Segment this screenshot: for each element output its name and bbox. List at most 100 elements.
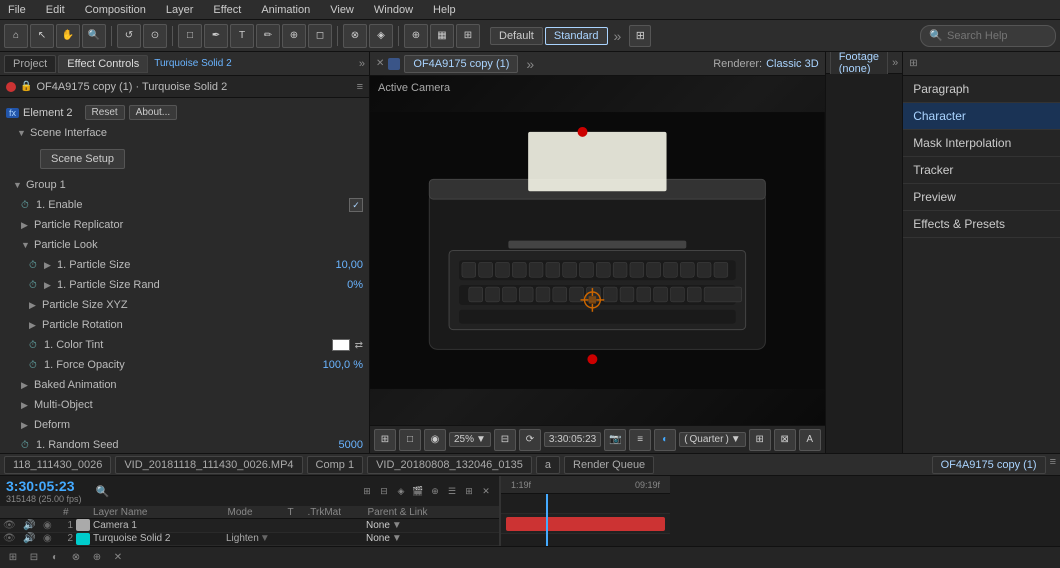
tl-icon-7[interactable]: ⊞ (462, 484, 476, 498)
hand-tool[interactable]: ✋ (56, 24, 80, 48)
menu-file[interactable]: File (4, 4, 30, 16)
rp-item-character[interactable]: Character (903, 103, 1060, 130)
tl-tab-active[interactable]: OF4A9175 copy (1) (932, 456, 1046, 474)
vp-btn-2[interactable]: □ (399, 429, 421, 451)
tab-project[interactable]: Project (4, 55, 56, 73)
vp-btn-5[interactable]: ⟳ (519, 429, 541, 451)
group1-row[interactable]: ▼ Group 1 (0, 175, 369, 195)
rp-item-preview[interactable]: Preview (903, 184, 1060, 211)
tl-bottom-btn-4[interactable]: ⊗ (67, 549, 85, 567)
enable-checkbox[interactable]: ✓ (349, 198, 363, 212)
tl-bottom-btn-6[interactable]: ✕ (109, 549, 127, 567)
prand-stopwatch[interactable]: ⏱ (29, 280, 41, 291)
zoom-tool[interactable]: 🔍 (82, 24, 106, 48)
particle-look-row[interactable]: ▼ Particle Look (0, 235, 369, 255)
force-opacity-row[interactable]: ⏱ 1. Force Opacity 100,0 % (0, 355, 369, 375)
tl-icon-6[interactable]: ☰ (445, 484, 459, 498)
zoom-dropdown[interactable]: 25% ▼ (449, 432, 491, 447)
tl-tab-comp1[interactable]: Comp 1 (307, 456, 364, 474)
anchor-tool[interactable]: ⊕ (404, 24, 428, 48)
particle-xyz-row[interactable]: ▶ Particle Size XYZ (0, 295, 369, 315)
workspace-default[interactable]: Default (490, 27, 543, 45)
particle-rotation-row[interactable]: ▶ Particle Rotation (0, 315, 369, 335)
vp-btn-1[interactable]: ⊞ (374, 429, 396, 451)
puppet-tool[interactable]: ⊗ (343, 24, 367, 48)
scene-setup-btn[interactable]: Scene Setup (40, 149, 125, 169)
layer2-mode-arrow[interactable]: ▼ (260, 533, 270, 544)
pen-tool[interactable]: ✒ (204, 24, 228, 48)
home-btn[interactable]: ⌂ (4, 24, 28, 48)
tl-icon-1[interactable]: ⊞ (360, 484, 374, 498)
vp-btn-3[interactable]: ◉ (424, 429, 446, 451)
vp-btn-8[interactable]: ⊠ (774, 429, 796, 451)
layer1-name[interactable]: Camera 1 (93, 520, 226, 531)
menu-view[interactable]: View (326, 4, 358, 16)
menu-edit[interactable]: Edit (42, 4, 69, 16)
fopac-stopwatch[interactable]: ⏱ (29, 360, 41, 371)
fill-btn[interactable]: ▦ (430, 24, 454, 48)
layer1-parent-arrow[interactable]: ▼ (392, 520, 402, 531)
layer2-audio[interactable]: 🔊 (20, 533, 40, 544)
quality-dropdown[interactable]: ( Quarter ) ▼ (679, 432, 746, 447)
tl-icon-4[interactable]: 🎬 (411, 484, 425, 498)
layer1-vis[interactable]: 👁 (0, 520, 20, 531)
deform-row[interactable]: ▶ Deform (0, 415, 369, 435)
camera-orbit[interactable]: ⊙ (143, 24, 167, 48)
about-btn[interactable]: About... (129, 105, 177, 120)
layer2-parent-arrow[interactable]: ▼ (392, 533, 402, 544)
tl-tab-0[interactable]: 118_111430_0026 (4, 456, 111, 474)
search-input[interactable] (947, 30, 1047, 42)
scene-interface-row[interactable]: ▼ Scene Interface (0, 123, 369, 143)
comp-tab[interactable]: OF4A9175 copy (1) (404, 55, 518, 73)
tl-bottom-btn-3[interactable]: ◐ (46, 549, 64, 567)
menu-layer[interactable]: Layer (162, 4, 198, 16)
tl-bottom-btn-5[interactable]: ⊕ (88, 549, 106, 567)
workspace-more[interactable]: » (614, 28, 622, 44)
tl-tab-render[interactable]: Render Queue (564, 456, 654, 474)
prand-value[interactable]: 0% (347, 279, 363, 291)
tab-effect-controls[interactable]: Effect Controls (58, 55, 148, 73)
fopac-value[interactable]: 100,0 % (323, 359, 363, 371)
particle-replicator-row[interactable]: ▶ Particle Replicator (0, 215, 369, 235)
rp-item-effects-presets[interactable]: Effects & Presets ≡ (903, 211, 1060, 238)
layer1-parent-label[interactable]: None (366, 520, 390, 531)
particle-size-rand-row[interactable]: ⏱ ▶ 1. Particle Size Rand 0% (0, 275, 369, 295)
tl-playhead[interactable] (546, 494, 548, 546)
panel-menu-icon[interactable]: ≡ (357, 81, 363, 93)
comp-tab-more[interactable]: » (526, 56, 534, 72)
random-seed-row[interactable]: ⏱ 1. Random Seed 5000 (0, 435, 369, 453)
baked-anim-row[interactable]: ▶ Baked Animation (0, 375, 369, 395)
brush-tool[interactable]: ✏ (256, 24, 280, 48)
rseed-value[interactable]: 5000 (339, 439, 363, 451)
layer1-audio[interactable]: 🔊 (20, 520, 40, 531)
menu-effect[interactable]: Effect (209, 4, 245, 16)
color-tint-row[interactable]: ⏱ 1. Color Tint ⇄ (0, 335, 369, 355)
tl-tab-3[interactable]: VID_20180808_132046_0135 (367, 456, 532, 474)
3d-track[interactable]: ⊞ (456, 24, 480, 48)
panel-tabs-more[interactable]: » (359, 58, 365, 70)
tl-bottom-btn-2[interactable]: ⊟ (25, 549, 43, 567)
layer2-parent-label[interactable]: None (366, 533, 390, 544)
rp-item-paragraph[interactable]: Paragraph (903, 76, 1060, 103)
enable-row[interactable]: ⏱ 1. Enable ✓ (0, 195, 369, 215)
tl-icon-8[interactable]: ✕ (479, 484, 493, 498)
menu-composition[interactable]: Composition (81, 4, 150, 16)
layer2-name[interactable]: Turquoise Solid 2 (93, 533, 226, 544)
psize-value[interactable]: 10,00 (335, 259, 363, 271)
multi-object-row[interactable]: ▶ Multi-Object (0, 395, 369, 415)
eraser-tool[interactable]: ◻ (308, 24, 332, 48)
select-tool[interactable]: ↖ (30, 24, 54, 48)
tl-timecode[interactable]: 3:30:05:23 (6, 478, 82, 494)
layer2-vis[interactable]: 👁 (0, 533, 20, 544)
tl-bottom-btn-1[interactable]: ⊞ (4, 549, 22, 567)
tl-icon-5[interactable]: ⊕ (428, 484, 442, 498)
layer2-solo[interactable]: ◉ (40, 533, 60, 544)
vp-btn-9[interactable]: A (799, 429, 821, 451)
vp-btn-6[interactable]: ≡ (629, 429, 651, 451)
tl-search-btn[interactable]: 🔍 (96, 485, 110, 498)
renderer-value[interactable]: Classic 3D (766, 58, 819, 70)
layer1-solo[interactable]: ◉ (40, 520, 60, 531)
workspace-standard[interactable]: Standard (545, 27, 608, 45)
layer2-mode[interactable]: Lighten ▼ (226, 533, 286, 544)
rp-item-mask-interpolation[interactable]: Mask Interpolation (903, 130, 1060, 157)
